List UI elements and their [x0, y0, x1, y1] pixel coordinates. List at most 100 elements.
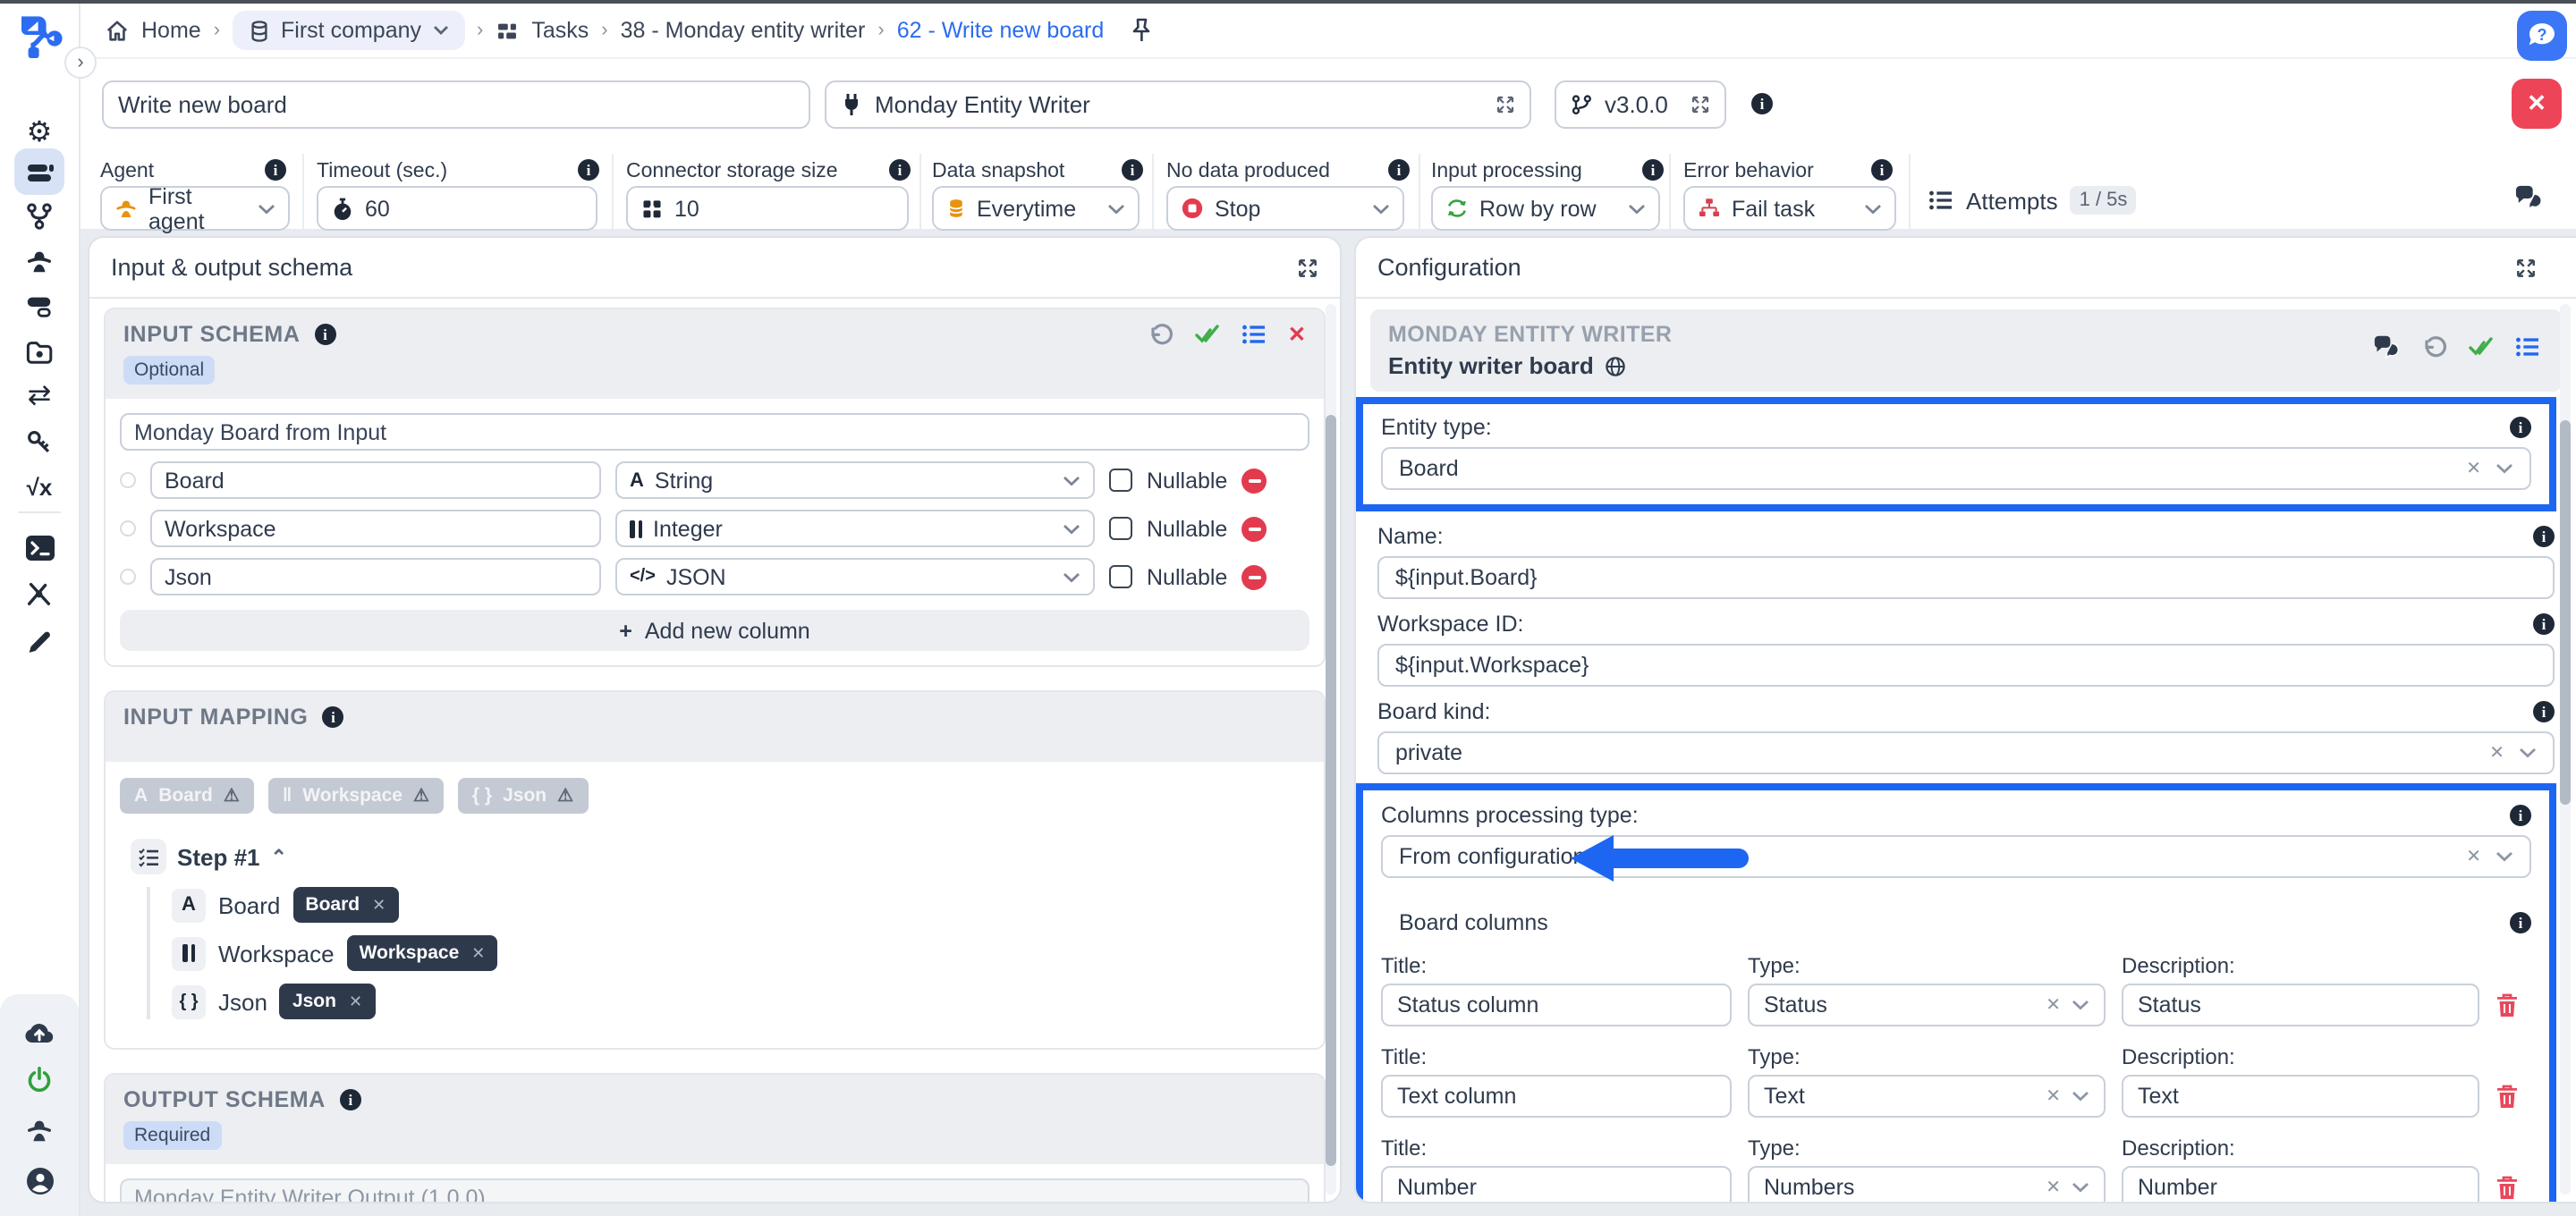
mapping-chip[interactable]: ‖ Workspace ⚠ — [268, 778, 444, 814]
sidebar-item-profile[interactable] — [14, 1157, 64, 1203]
column-description-input[interactable] — [2122, 984, 2479, 1026]
mapped-value-chip[interactable]: Workspace ✕ — [347, 935, 498, 971]
info-icon[interactable]: i — [2510, 417, 2531, 438]
close-task-button[interactable]: ✕ — [2512, 79, 2562, 129]
version-field[interactable]: v3.0.0 — [1555, 80, 1726, 129]
info-icon[interactable]: i — [578, 159, 599, 181]
undo-icon[interactable] — [1148, 323, 1174, 346]
sidebar-item-deploy[interactable] — [14, 1009, 64, 1055]
info-icon[interactable]: i — [1642, 159, 1664, 181]
row-handle[interactable] — [120, 569, 136, 585]
sidebar-item-credentials[interactable] — [14, 418, 64, 465]
add-column-button[interactable]: + Add new column — [120, 610, 1309, 651]
breadcrumb-home[interactable]: Home — [141, 18, 201, 43]
column-type-select[interactable]: Integer — [615, 510, 1095, 547]
column-title-input[interactable] — [1381, 984, 1732, 1026]
sidebar-item-flows[interactable] — [14, 193, 64, 240]
comments-icon[interactable] — [2513, 184, 2544, 211]
info-icon[interactable]: i — [1871, 159, 1893, 181]
timeout-input[interactable]: 60 — [317, 186, 597, 231]
remove-column-button[interactable] — [1241, 564, 1267, 589]
clear-icon[interactable]: ✕ — [2046, 1178, 2061, 1197]
info-icon[interactable]: i — [1388, 159, 1410, 181]
clear-icon[interactable]: ✕ — [2046, 1086, 2061, 1106]
info-icon[interactable]: i — [889, 159, 911, 181]
expand-icon[interactable] — [1297, 257, 1318, 278]
columns-processing-select[interactable]: From configuration ✕ — [1381, 835, 2531, 878]
input-schema-name[interactable] — [120, 413, 1309, 451]
mapped-value-chip[interactable]: Board ✕ — [292, 887, 398, 923]
board-kind-select[interactable]: private ✕ — [1377, 731, 2555, 774]
nullable-checkbox[interactable] — [1109, 469, 1132, 492]
workspace-id-input[interactable] — [1377, 644, 2555, 687]
sidebar-item-labels[interactable] — [14, 283, 64, 329]
error-behavior-select[interactable]: Fail task — [1683, 186, 1896, 231]
row-handle[interactable] — [120, 472, 136, 488]
sidebar-item-agents[interactable] — [14, 238, 64, 284]
validate-check-icon[interactable] — [1195, 324, 1220, 345]
sidebar-item-editor[interactable] — [14, 619, 64, 665]
column-type-select[interactable]: Status ✕ — [1748, 984, 2106, 1026]
info-icon[interactable]: i — [315, 324, 336, 345]
attempts-control[interactable]: Attempts 1 / 5s — [1928, 186, 2136, 215]
trash-icon[interactable] — [2496, 1083, 2528, 1110]
breadcrumb-company-dropdown[interactable]: First company — [233, 11, 464, 50]
remove-schema-icon[interactable]: ✕ — [1288, 322, 1306, 347]
mapping-step-row[interactable]: Step #1 ⌃ — [106, 817, 1324, 874]
connector-field[interactable]: Monday Entity Writer — [825, 80, 1531, 129]
help-button[interactable]: ? — [2517, 11, 2567, 61]
expand-icon[interactable] — [1496, 95, 1515, 114]
column-name-input[interactable] — [150, 510, 601, 547]
mapping-chip[interactable]: A Board ⚠ — [120, 778, 254, 814]
sidebar-item-power[interactable] — [14, 1057, 64, 1103]
column-type-select[interactable]: </> JSON — [615, 558, 1095, 595]
column-type-select[interactable]: Numbers ✕ — [1748, 1166, 2106, 1202]
mapped-value-chip[interactable]: Json ✕ — [280, 984, 375, 1019]
sidebar-item-tasks-active[interactable] — [14, 148, 64, 195]
sidebar-item-transfers[interactable]: ⇄ — [14, 374, 64, 420]
app-logo[interactable] — [16, 14, 64, 63]
right-scrollbar[interactable] — [2560, 304, 2571, 1195]
clear-icon[interactable]: ✕ — [2046, 995, 2061, 1015]
column-type-select[interactable]: A String — [615, 461, 1095, 499]
breadcrumb-task[interactable]: 38 - Monday entity writer — [621, 18, 866, 43]
remove-mapping-icon[interactable]: ✕ — [349, 992, 362, 1011]
info-icon[interactable]: i — [2510, 912, 2531, 933]
row-handle[interactable] — [120, 520, 136, 536]
expand-icon[interactable] — [2515, 257, 2537, 278]
sidebar-item-terminal[interactable] — [14, 524, 64, 570]
remove-mapping-icon[interactable]: ✕ — [372, 895, 386, 915]
sidebar-item-projects[interactable] — [14, 329, 64, 376]
sidebar-item-agent-monitor[interactable] — [14, 1107, 64, 1153]
nullable-checkbox[interactable] — [1109, 565, 1132, 588]
agent-select[interactable]: First agent — [100, 186, 290, 231]
undo-icon[interactable] — [2422, 335, 2447, 359]
info-icon[interactable]: i — [265, 159, 286, 181]
sidebar-item-functions[interactable]: √x — [14, 463, 64, 510]
remove-column-button[interactable] — [1241, 468, 1267, 493]
column-title-input[interactable] — [1381, 1166, 1732, 1202]
column-name-input[interactable] — [150, 558, 601, 595]
sidebar-item-dev-tools[interactable] — [14, 570, 64, 617]
nullable-checkbox[interactable] — [1109, 517, 1132, 540]
breadcrumb-subtask-current[interactable]: 62 - Write new board — [897, 18, 1105, 43]
validate-check-icon[interactable] — [2469, 336, 2494, 358]
remove-column-button[interactable] — [1241, 516, 1267, 541]
info-icon[interactable]: i — [2533, 526, 2555, 547]
column-name-input[interactable] — [150, 461, 601, 499]
column-type-select[interactable]: Text ✕ — [1748, 1075, 2106, 1118]
info-icon[interactable]: i — [1751, 93, 1773, 114]
clear-icon[interactable]: ✕ — [2489, 743, 2504, 763]
trash-icon[interactable] — [2496, 1174, 2528, 1201]
trash-icon[interactable] — [2496, 992, 2528, 1018]
collapse-step-icon[interactable]: ⌃ — [271, 845, 287, 868]
storage-input[interactable]: 10 — [626, 186, 909, 231]
clear-icon[interactable]: ✕ — [2466, 847, 2481, 866]
column-description-input[interactable] — [2122, 1075, 2479, 1118]
remove-mapping-icon[interactable]: ✕ — [471, 943, 485, 963]
column-title-input[interactable] — [1381, 1075, 1732, 1118]
breadcrumb-tasks[interactable]: Tasks — [531, 18, 589, 43]
snapshot-select[interactable]: Everytime — [932, 186, 1140, 231]
left-scrollbar[interactable] — [1326, 304, 1336, 1195]
info-icon[interactable]: i — [322, 706, 343, 728]
